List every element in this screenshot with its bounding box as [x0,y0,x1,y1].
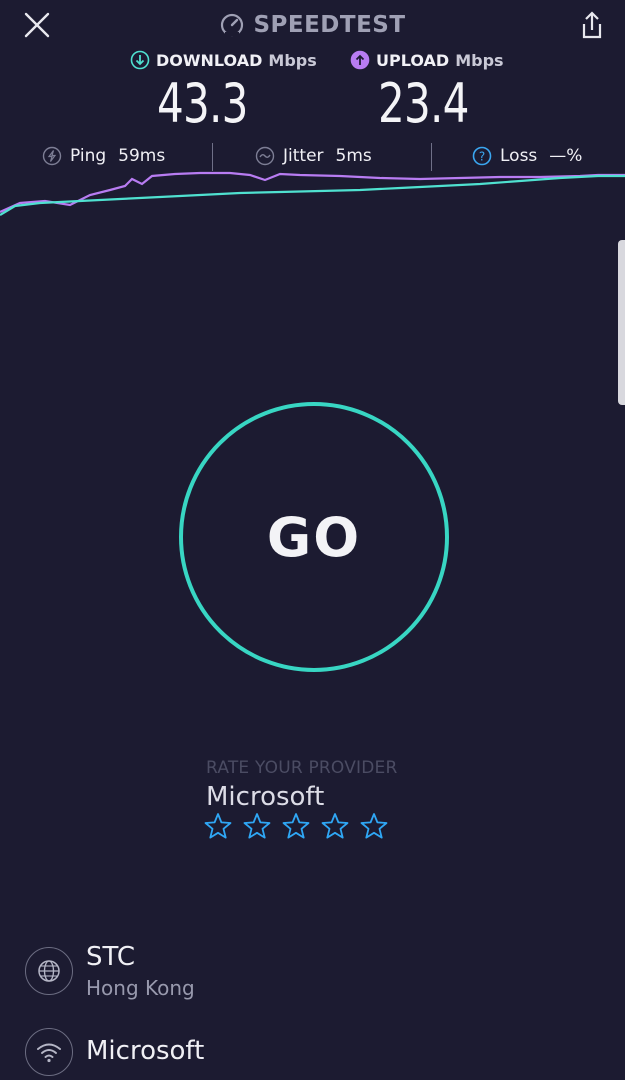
upload-label: UPLOAD Mbps [350,47,504,73]
star-icon[interactable] [321,812,349,840]
download-value: 43.3 [157,72,248,135]
download-label-text: DOWNLOAD [156,50,263,70]
server-icon-circle[interactable] [25,1028,73,1076]
download-label: DOWNLOAD Mbps [130,47,317,73]
download-graph-line [0,174,625,216]
upload-unit: Mbps [455,50,504,70]
download-unit: Mbps [268,50,317,70]
app-title-text: SPEEDTEST [253,12,406,38]
upload-graph-line [0,171,625,214]
server-name[interactable]: Microsoft [86,1036,204,1066]
upload-value: 23.4 [378,72,469,135]
rating-stars [204,812,388,840]
share-icon [582,11,602,39]
isp-icon-circle [25,947,73,995]
rate-provider-label: RATE YOUR PROVIDER [206,758,398,778]
go-button[interactable]: GO [179,402,449,672]
upload-label-text: UPLOAD [376,50,450,70]
isp-name: STC [86,942,136,972]
speed-graph [0,171,625,216]
isp-location: Hong Kong [86,976,195,1000]
go-button-label: GO [266,505,362,569]
star-icon[interactable] [360,812,388,840]
upload-arrow-icon [350,50,370,70]
side-scroll-handle[interactable] [618,240,625,405]
app-title: SPEEDTEST [0,8,625,42]
rate-provider-name: Microsoft [206,782,325,812]
star-icon[interactable] [282,812,310,840]
gauge-icon [221,13,244,37]
star-icon[interactable] [204,812,232,840]
star-icon[interactable] [243,812,271,840]
share-button[interactable] [572,8,610,44]
wifi-icon [37,1043,61,1063]
download-arrow-icon [130,50,150,70]
globe-icon [38,960,60,982]
